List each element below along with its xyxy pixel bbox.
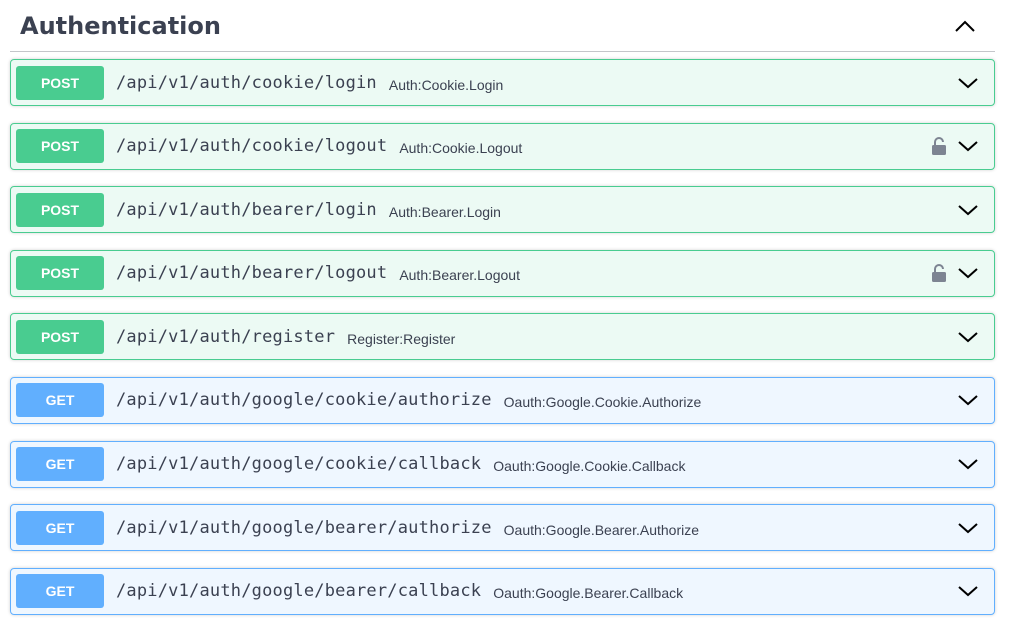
operation-path[interactable]: /api/v1/auth/bearer/logout [116,263,387,283]
method-badge: GET [16,574,104,609]
chevron-down-icon[interactable] [956,71,980,95]
method-badge: POST [16,192,104,227]
method-badge: GET [16,510,104,545]
section-header-authentication[interactable]: Authentication [10,0,995,52]
operation-row[interactable]: POST /api/v1/auth/cookie/login Auth:Cook… [10,59,995,106]
chevron-down-icon[interactable] [956,325,980,349]
chevron-down-icon[interactable] [956,579,980,603]
operation-path[interactable]: /api/v1/auth/google/bearer/callback [116,581,481,601]
operation-summary: Auth:Bearer.Logout [399,267,520,284]
operation-path[interactable]: /api/v1/auth/google/cookie/authorize [116,390,492,410]
chevron-down-icon[interactable] [956,198,980,222]
operation-row[interactable]: GET /api/v1/auth/google/bearer/authorize… [10,504,995,552]
chevron-down-icon[interactable] [956,516,980,540]
operation-row[interactable]: GET /api/v1/auth/google/cookie/authorize… [10,376,995,424]
operation-path[interactable]: /api/v1/auth/cookie/login [116,73,377,93]
operation-summary: Auth:Cookie.Logout [399,140,523,157]
operation-summary: Oauth:Google.Bearer.Callback [493,585,684,602]
operation-summary: Auth:Bearer.Login [388,203,501,220]
operation-summary: Oauth:Google.Cookie.Authorize [503,394,702,411]
method-badge: POST [16,319,104,354]
operation-row[interactable]: GET /api/v1/auth/google/cookie/callback … [10,440,995,488]
chevron-down-icon[interactable] [956,452,980,476]
operation-row[interactable]: GET /api/v1/auth/google/bearer/callback … [10,567,995,615]
chevron-down-icon[interactable] [956,388,980,412]
operation-summary: Register:Register [347,330,456,347]
operation-row[interactable]: POST /api/v1/auth/bearer/login Auth:Bear… [10,186,995,234]
operation-path[interactable]: /api/v1/auth/google/cookie/callback [116,454,481,474]
operation-path[interactable]: /api/v1/auth/cookie/logout [116,136,387,156]
operation-row[interactable]: POST /api/v1/auth/cookie/logout Auth:Coo… [10,122,995,170]
method-badge: POST [16,129,104,164]
operation-summary: Oauth:Google.Bearer.Authorize [503,521,699,538]
operation-summary: Oauth:Google.Cookie.Callback [493,458,686,475]
operation-path[interactable]: /api/v1/auth/google/bearer/authorize [116,518,492,538]
operation-list: POST /api/v1/auth/cookie/login Auth:Cook… [10,59,995,631]
chevron-down-icon[interactable] [956,134,980,158]
lock-icon[interactable] [928,262,950,284]
operation-summary: Auth:Cookie.Login [388,76,504,93]
operation-row[interactable]: POST /api/v1/auth/register Register:Regi… [10,313,995,361]
operation-path[interactable]: /api/v1/auth/register [116,327,335,347]
operation-row[interactable]: POST /api/v1/auth/bearer/logout Auth:Bea… [10,249,995,297]
method-badge: GET [16,383,104,418]
method-badge: POST [16,256,104,291]
lock-icon[interactable] [928,135,950,157]
chevron-up-icon[interactable] [945,6,985,46]
operation-path[interactable]: /api/v1/auth/bearer/login [116,200,377,220]
chevron-down-icon[interactable] [956,261,980,285]
method-badge: POST [16,65,104,100]
section-title: Authentication [20,11,221,40]
method-badge: GET [16,447,104,482]
